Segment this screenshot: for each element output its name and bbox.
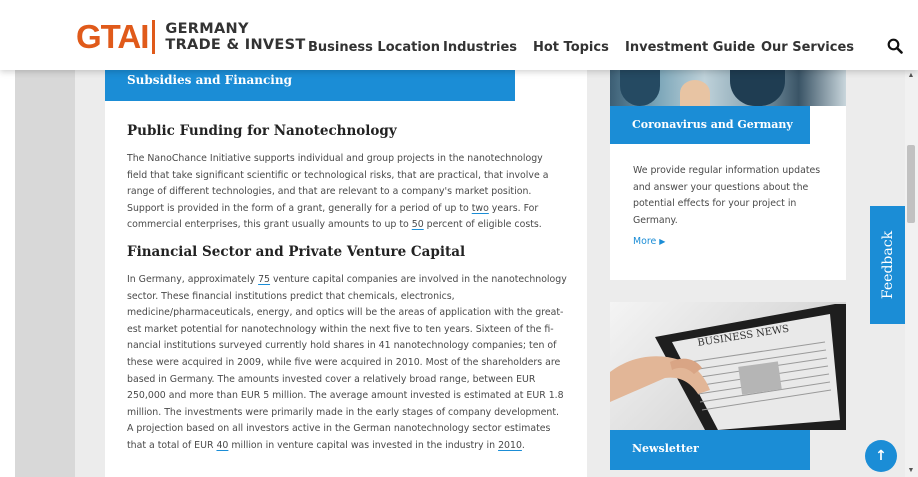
text-line: that a total of EUR 40 million in ventur… [127, 439, 525, 451]
newsletter-teaser-image[interactable]: BUSINESS NEWS [610, 302, 846, 430]
feedback-tab[interactable]: Feedback [870, 206, 906, 324]
text-line: commercial enterprises, this grant usual… [127, 219, 542, 231]
nav-our-services[interactable]: Our Services [761, 40, 854, 55]
text-line: Germany. [633, 214, 678, 226]
site-header: GTAI GERMANY TRADE & INVEST Business Loc… [0, 0, 918, 70]
text-line: sector. These financial institutions pre… [127, 290, 455, 302]
text-line: est market potential for nanotechnology … [127, 323, 554, 335]
text-line: and answer your questions about the [633, 181, 809, 193]
glossary-link[interactable]: 40 [216, 440, 228, 451]
logo-mark: GTAI [76, 18, 149, 55]
corona-description: We provide regular information updates a… [633, 163, 833, 229]
section-label-text: Subsidies and Financing [127, 73, 292, 87]
scroll-up-arrow-icon[interactable]: ▲ [907, 72, 915, 80]
glossary-link[interactable]: two [472, 203, 489, 214]
feedback-label: Feedback [880, 230, 896, 300]
text-line: In Germany, approximately 75 venture cap… [127, 274, 567, 285]
heading-public-funding: Public Funding for Nanotechnology [127, 123, 397, 139]
text-line: these were acquired in 2009, while five … [127, 356, 561, 368]
text-line: 250,000 and more than EUR 5 million. The… [127, 390, 564, 402]
arrow-up-icon: ↑ [875, 448, 887, 464]
glossary-link[interactable]: 75 [258, 274, 270, 285]
text-line: medicine/pharmaceuticals, energy, and op… [127, 307, 564, 319]
paragraph-public-funding: The NanoChance Initiative supports indiv… [127, 151, 567, 234]
more-link[interactable]: More ▶ [633, 236, 665, 247]
logo-wordmark: GERMANY TRADE & INVEST [165, 21, 305, 53]
text-line: million. The investments were primarily … [127, 406, 560, 418]
scrollbar-thumb[interactable] [907, 145, 915, 223]
nav-hot-topics[interactable]: Hot Topics [533, 40, 609, 55]
more-link-label: More [633, 236, 657, 247]
nav-business-location[interactable]: Business Location [308, 40, 440, 55]
left-gutter [15, 70, 75, 477]
image-figure [620, 70, 660, 106]
caret-right-icon: ▶ [659, 237, 666, 246]
logo-line-1: GERMANY [165, 21, 249, 37]
text-line: We provide regular information updates [633, 165, 821, 176]
scrollbar-track[interactable] [905, 70, 918, 477]
corona-title-label[interactable]: Coronavirus and Germany [610, 106, 810, 144]
logo-line-2: TRADE & INVEST [165, 37, 306, 53]
corona-title: Coronavirus and Germany [632, 118, 793, 131]
image-figure [730, 70, 785, 106]
nav-industries[interactable]: Industries [443, 40, 517, 55]
logo-divider [152, 20, 156, 54]
text-line: The NanoChance Initiative supports indiv… [127, 153, 543, 164]
gtai-logo[interactable]: GTAI GERMANY TRADE & INVEST [76, 20, 306, 54]
text-line: Support is provided in the form of a gra… [127, 202, 539, 214]
text-line: based in Germany. The amounts invested c… [127, 373, 536, 385]
corona-teaser-image[interactable] [610, 70, 846, 106]
text-line: nancial institutions surveyed currently … [127, 340, 557, 352]
scroll-down-arrow-icon[interactable]: ▼ [907, 467, 915, 475]
tablet-illustration: BUSINESS NEWS [610, 304, 846, 430]
newsletter-title-label[interactable]: Newsletter [610, 430, 810, 470]
text-line: range of different technologies, and tha… [127, 186, 532, 198]
text-line: potential effects for your project in [633, 198, 797, 209]
text-line: field that take significant scientific o… [127, 169, 549, 181]
nav-investment-guide[interactable]: Investment Guide [625, 40, 755, 55]
glossary-link[interactable]: 50 [412, 219, 424, 230]
glossary-link[interactable]: 2010 [498, 440, 522, 451]
text-line: A projection based on all investors acti… [127, 423, 551, 435]
search-icon[interactable] [887, 38, 903, 54]
newsletter-title: Newsletter [632, 442, 699, 455]
back-to-top-button[interactable]: ↑ [865, 440, 897, 472]
image-figure [680, 80, 710, 106]
paragraph-venture-capital: In Germany, approximately 75 venture cap… [127, 272, 567, 455]
heading-financial-sector: Financial Sector and Private Venture Cap… [127, 244, 466, 260]
